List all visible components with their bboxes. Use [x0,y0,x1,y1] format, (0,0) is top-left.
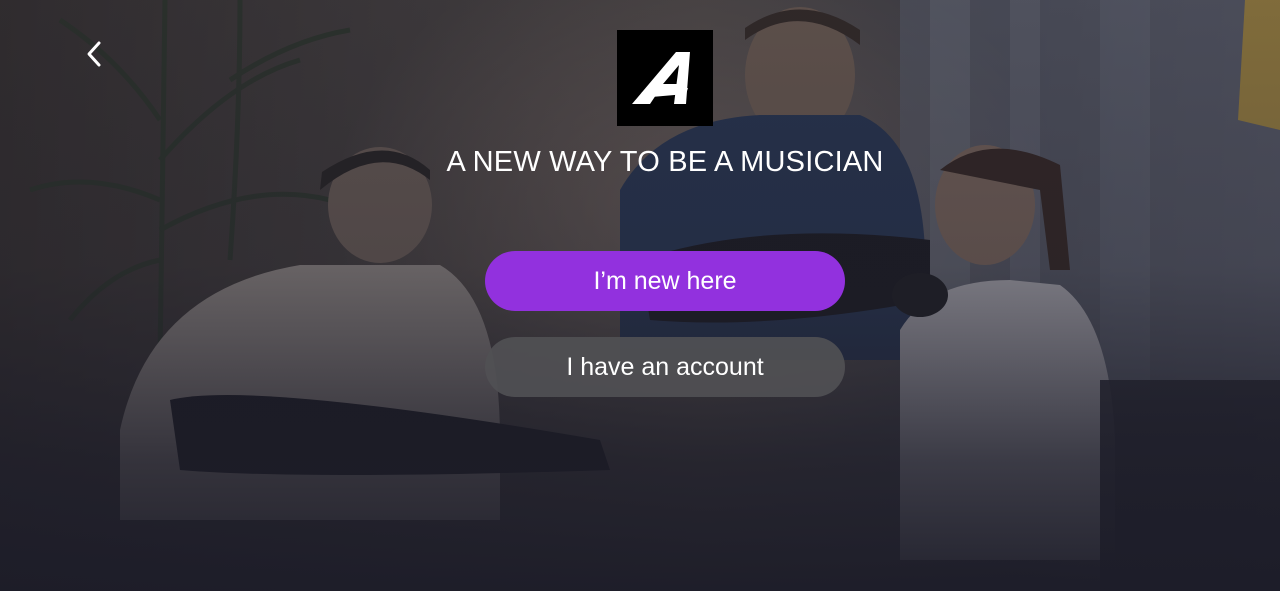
app-logo [617,30,713,126]
existing-account-button-label: I have an account [566,352,764,381]
onboarding-screen: A NEW WAY TO BE A MUSICIAN I’m new here … [0,0,1280,591]
back-button[interactable] [74,34,114,74]
brand-a-logo-icon [632,52,690,104]
existing-account-button[interactable]: I have an account [485,337,845,397]
tagline: A NEW WAY TO BE A MUSICIAN [446,146,884,178]
chevron-left-icon [87,41,101,67]
new-user-button[interactable]: I’m new here [485,251,845,311]
new-user-button-label: I’m new here [593,266,737,295]
